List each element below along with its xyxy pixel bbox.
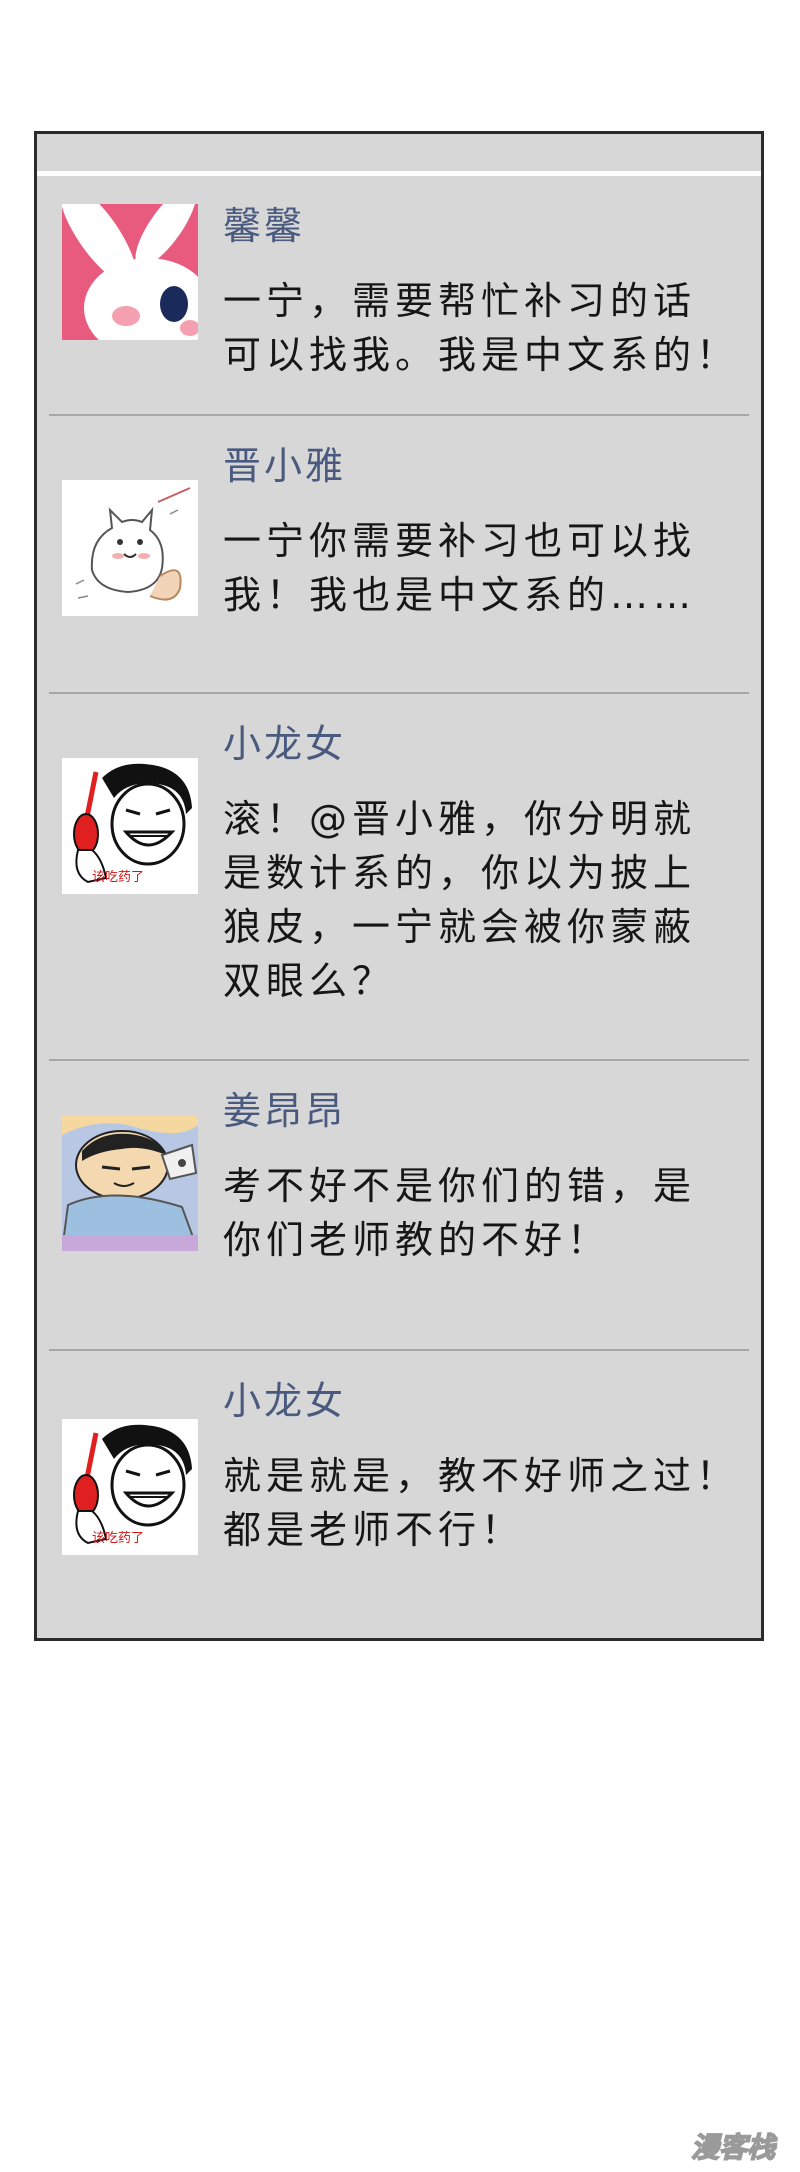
comment-username[interactable]: 晋小雅	[223, 444, 346, 488]
comment-divider	[49, 692, 749, 694]
comment-text: 考不好不是你们的错，是 你们老师教的不好！	[223, 1164, 697, 1262]
avatar-caption: 该吃药了	[92, 1531, 145, 1546]
comment-username[interactable]: 小龙女	[223, 1379, 346, 1423]
comment-text: 一宁，需要帮忙补习的话 可以找我。我是中文系的！	[223, 279, 740, 377]
comment-text: 一宁你需要补习也可以找 我！我也是中文系的……	[223, 519, 697, 617]
laughing-man-meme-avatar-icon[interactable]: 该吃药了	[62, 1419, 198, 1555]
comment-divider	[49, 414, 749, 416]
comment-text: 就是就是，教不好师之过！ 都是老师不行！	[223, 1454, 740, 1552]
comment-divider	[49, 1349, 749, 1351]
pink-bunny-avatar-icon[interactable]	[62, 204, 198, 340]
laughing-man-meme-avatar-icon[interactable]: 该吃药了	[62, 758, 198, 894]
manke-watermark-logo: 漫客栈	[674, 2126, 792, 2166]
panel-top-line	[37, 171, 761, 176]
comment-panel: 馨馨 一宁，需要帮忙补习的话 可以找我。我是中文系的！ 晋小雅 一宁你需要补习也…	[34, 131, 764, 1641]
cat-sketch-avatar-icon[interactable]	[62, 480, 198, 616]
comment-username[interactable]: 馨馨	[223, 204, 305, 248]
comment-text: 滚！@晋小雅，你分明就 是数计系的，你以为披上 狼皮，一宁就会被你蒙蔽 双眼么？	[223, 797, 697, 1003]
avatar-caption: 该吃药了	[92, 870, 145, 885]
comment-username[interactable]: 姜昂昂	[223, 1089, 346, 1133]
watermark-text: 漫客栈	[691, 2131, 778, 2164]
comment-username[interactable]: 小龙女	[223, 722, 346, 766]
comment-divider	[49, 1059, 749, 1061]
cartoon-boy-sleeping-avatar-icon[interactable]	[62, 1115, 198, 1251]
